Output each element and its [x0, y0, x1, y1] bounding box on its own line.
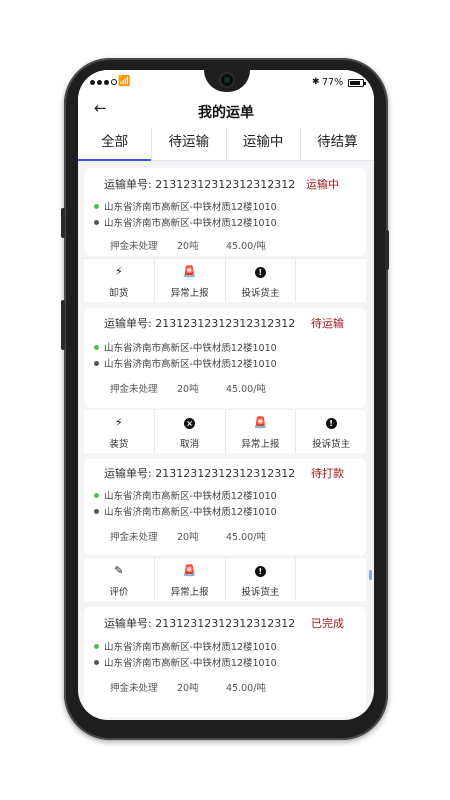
order-number-label: 运输单号:	[104, 617, 152, 630]
order-number: 21312312312312312312	[155, 617, 296, 630]
unit-price: 45.00/吨	[226, 683, 266, 694]
origin-address: 山东省济南市高新区-中铁材质12楼1010	[104, 202, 277, 213]
empty-slot	[296, 259, 366, 303]
origin-dot	[94, 493, 99, 498]
tab-in-transit[interactable]: 运输中	[227, 128, 301, 160]
destination-address: 山东省济南市高新区-中铁材质12楼1010	[104, 507, 277, 518]
order-number-label: 运输单号:	[104, 317, 152, 330]
battery-percent: 77%	[322, 77, 344, 88]
pen-icon: ✎	[114, 564, 124, 577]
destination-dot	[94, 220, 99, 225]
lightning-icon: ⚡	[115, 416, 123, 429]
unload-button[interactable]: ⚡ 卸货	[84, 259, 155, 303]
unit-price: 45.00/吨	[226, 241, 266, 252]
order-number-row: 运输单号: 21312312312312312312	[104, 315, 295, 331]
rate-button[interactable]: ✎ 评价	[84, 558, 155, 602]
signal-icon	[90, 79, 117, 85]
page-title: 我的运单	[198, 105, 254, 121]
complain-shipper-button[interactable]: ! 投诉货主	[226, 259, 297, 303]
weight: 20吨	[177, 384, 199, 395]
tab-pending-transport[interactable]: 待运输	[152, 128, 227, 160]
cancel-button[interactable]: × 取消	[155, 410, 226, 454]
tab-pending-settlement[interactable]: 待结算	[301, 128, 374, 160]
destination-address: 山东省济南市高新区-中铁材质12楼1010	[104, 359, 277, 370]
deposit-status: 押金未处理	[110, 241, 158, 252]
order-number: 21312312312312312312	[155, 178, 296, 191]
unit-price: 45.00/吨	[226, 532, 266, 543]
complain-shipper-button[interactable]: ! 投诉货主	[226, 558, 297, 602]
volume-up-button	[61, 208, 65, 238]
report-exception-button[interactable]: 🚨 异常上报	[155, 558, 226, 602]
complain-shipper-button[interactable]: ! 投诉货主	[296, 410, 366, 454]
alert-circle-icon: !	[226, 266, 296, 278]
destination-dot	[94, 660, 99, 665]
load-button[interactable]: ⚡ 装货	[84, 410, 155, 454]
origin-dot	[94, 644, 99, 649]
report-exception-button[interactable]: 🚨 异常上报	[226, 410, 297, 454]
origin-dot	[94, 204, 99, 209]
order-actions: ⚡ 卸货 🚨 异常上报 ! 投诉货主	[84, 258, 366, 303]
weight: 20吨	[177, 532, 199, 543]
destination-address: 山东省济南市高新区-中铁材质12楼1010	[104, 218, 277, 229]
destination-dot	[94, 509, 99, 514]
tab-bar: 全部 待运输 运输中 待结算	[78, 128, 374, 161]
alert-circle-icon: !	[226, 565, 296, 577]
lightning-icon: ⚡	[115, 265, 123, 278]
alert-circle-icon: !	[296, 417, 366, 429]
order-status: 运输中	[306, 178, 339, 191]
order-number-label: 运输单号:	[104, 178, 152, 191]
origin-address: 山东省济南市高新区-中铁材质12楼1010	[104, 343, 277, 354]
order-status: 待运输	[311, 317, 344, 330]
alarm-icon: 🚨	[253, 416, 268, 429]
deposit-status: 押金未处理	[110, 532, 158, 543]
report-exception-button[interactable]: 🚨 异常上报	[155, 259, 226, 303]
tab-all[interactable]: 全部	[78, 128, 153, 161]
order-number: 21312312312312312312	[155, 317, 296, 330]
order-actions: ⚡ 装货 × 取消 🚨 异常上报 ! 投诉货主	[84, 409, 366, 454]
battery-icon	[348, 79, 366, 87]
wifi-icon: 📶	[118, 76, 131, 87]
deposit-status: 押金未处理	[110, 384, 158, 395]
empty-slot	[296, 558, 366, 602]
order-status: 已完成	[311, 617, 344, 630]
front-camera	[221, 74, 233, 86]
screen: 📶 ✱ 77% ← 我的运单 全部 待运输 运输中 待结算 运输单号: 2131…	[78, 70, 374, 720]
volume-down-button	[61, 300, 65, 350]
cancel-circle-icon: ×	[155, 417, 225, 429]
order-number-row: 运输单号: 21312312312312312312	[104, 176, 295, 192]
destination-address: 山东省济南市高新区-中铁材质12楼1010	[104, 658, 277, 669]
unit-price: 45.00/吨	[226, 384, 266, 395]
scroll-indicator[interactable]	[369, 570, 372, 580]
bluetooth-icon: ✱	[312, 77, 320, 87]
order-number-row: 运输单号: 21312312312312312312	[104, 615, 295, 631]
alarm-icon: 🚨	[182, 564, 197, 577]
order-status: 待打款	[311, 467, 344, 480]
app-header: ← 我的运单	[78, 94, 374, 128]
order-actions: ✎ 评价 🚨 异常上报 ! 投诉货主	[84, 557, 366, 602]
alarm-icon: 🚨	[182, 265, 197, 278]
destination-dot	[94, 361, 99, 366]
power-button	[385, 230, 389, 270]
order-number-label: 运输单号:	[104, 467, 152, 480]
origin-address: 山东省济南市高新区-中铁材质12楼1010	[104, 642, 277, 653]
origin-address: 山东省济南市高新区-中铁材质12楼1010	[104, 491, 277, 502]
weight: 20吨	[177, 683, 199, 694]
weight: 20吨	[177, 241, 199, 252]
order-number-row: 运输单号: 21312312312312312312	[104, 465, 295, 481]
origin-dot	[94, 345, 99, 350]
deposit-status: 押金未处理	[110, 683, 158, 694]
order-number: 21312312312312312312	[155, 467, 296, 480]
